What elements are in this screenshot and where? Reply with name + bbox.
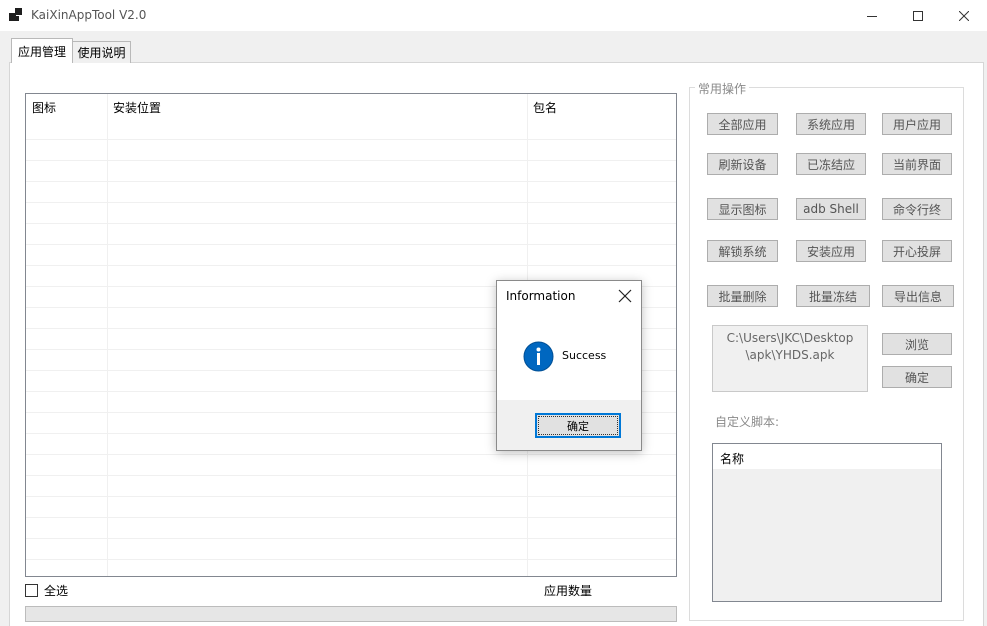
grid-line — [26, 265, 676, 266]
dialog-close-button[interactable] — [618, 289, 632, 303]
grid-line — [26, 181, 676, 182]
grid-line — [26, 496, 676, 497]
screen-cast-button[interactable]: 开心投屏 — [882, 240, 952, 262]
grid-line — [26, 160, 676, 161]
tab-usage-guide[interactable]: 使用说明 — [73, 41, 131, 63]
batch-delete-button[interactable]: 批量删除 — [707, 285, 778, 307]
grid-line — [26, 538, 676, 539]
app-count-label: 应用数量 — [544, 584, 593, 598]
refresh-device-button[interactable]: 刷新设备 — [707, 153, 778, 175]
checkbox-box[interactable] — [25, 583, 38, 597]
column-header-install-location[interactable]: 安装位置 — [107, 94, 527, 118]
grid-line — [26, 139, 676, 140]
apk-path-field[interactable]: C:\Users\JKC\Desktop \apk\YHDS.apk — [712, 325, 868, 392]
column-header-name[interactable]: 名称 — [713, 444, 941, 469]
unlock-system-button[interactable]: 解锁系统 — [707, 240, 778, 262]
dialog-footer: 确定 — [497, 400, 641, 450]
grid-line — [26, 454, 676, 455]
close-icon — [618, 289, 632, 303]
title-bar: KaiXinAppTool V2.0 — [0, 0, 987, 31]
minimize-icon — [867, 15, 877, 17]
column-divider — [107, 94, 108, 576]
column-header-icon[interactable]: 图标 — [26, 94, 107, 118]
apk-path-line-1: C:\Users\JKC\Desktop — [726, 331, 854, 345]
custom-script-label: 自定义脚本: — [715, 415, 780, 429]
show-icons-button[interactable]: 显示图标 — [707, 198, 778, 220]
confirm-button[interactable]: 确定 — [882, 366, 952, 388]
close-icon — [959, 10, 969, 21]
select-all-checkbox[interactable]: 全选 — [25, 582, 68, 598]
frozen-apps-button[interactable]: 已冻结应 — [796, 153, 866, 175]
information-dialog: Information Success 确定 — [496, 280, 642, 451]
grid-line — [26, 517, 676, 518]
grid-line — [26, 559, 676, 560]
terminal-button[interactable]: 命令行终 — [882, 198, 952, 220]
browse-button[interactable]: 浏览 — [882, 333, 952, 355]
maximize-icon — [913, 10, 923, 21]
grid-line — [26, 475, 676, 476]
information-icon — [523, 341, 554, 372]
install-app-button[interactable]: 安装应用 — [796, 240, 866, 262]
common-ops-legend: 常用操作 — [695, 80, 750, 97]
current-screen-button[interactable]: 当前界面 — [882, 153, 952, 175]
select-all-label: 全选 — [44, 583, 69, 598]
minimize-button[interactable] — [849, 0, 895, 31]
dialog-title: Information — [506, 289, 576, 303]
progress-bar — [25, 606, 677, 622]
grid-line — [26, 244, 676, 245]
batch-freeze-button[interactable]: 批量冻结 — [796, 285, 870, 307]
user-apps-button[interactable]: 用户应用 — [882, 113, 952, 135]
dialog-message: Success — [562, 349, 607, 362]
grid-line — [26, 202, 676, 203]
system-apps-button[interactable]: 系统应用 — [796, 113, 866, 135]
grid-line — [26, 223, 676, 224]
column-header-package-name[interactable]: 包名 — [527, 94, 676, 118]
dialog-ok-button[interactable]: 确定 — [535, 413, 621, 438]
window-title: KaiXinAppTool V2.0 — [31, 8, 147, 22]
close-button[interactable] — [941, 0, 987, 31]
custom-script-list[interactable]: 名称 — [712, 443, 942, 602]
app-icon — [9, 8, 23, 22]
all-apps-button[interactable]: 全部应用 — [707, 113, 778, 135]
export-info-button[interactable]: 导出信息 — [882, 285, 954, 307]
adb-shell-button[interactable]: adb Shell — [796, 198, 866, 220]
tab-app-management[interactable]: 应用管理 — [11, 38, 73, 63]
apk-path-line-2: \apk\YHDS.apk — [745, 348, 835, 362]
maximize-button[interactable] — [895, 0, 941, 31]
